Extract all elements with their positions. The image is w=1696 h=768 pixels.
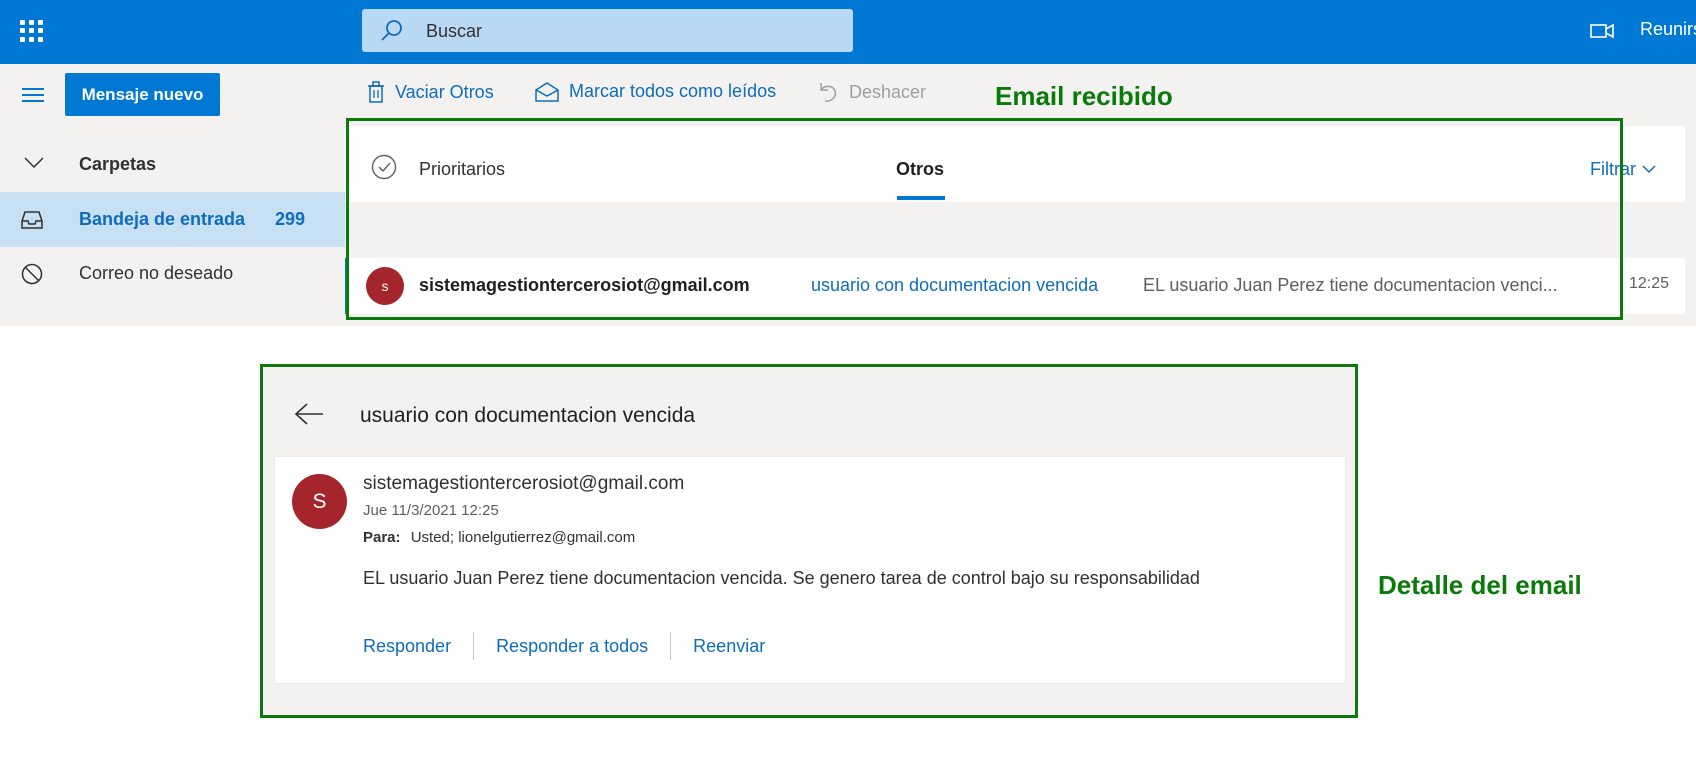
message-time: 12:25 bbox=[1629, 275, 1670, 292]
folders-header[interactable]: Carpetas bbox=[0, 139, 345, 189]
search-icon bbox=[381, 20, 402, 41]
hamburger-menu-icon[interactable] bbox=[22, 88, 44, 106]
new-message-button[interactable]: Mensaje nuevo bbox=[65, 73, 220, 116]
highlight-box-received bbox=[346, 118, 1623, 320]
blocked-icon bbox=[21, 263, 43, 285]
waffle-icon[interactable] bbox=[20, 20, 43, 42]
empty-folder-button[interactable]: Vaciar Otros bbox=[367, 81, 494, 103]
folder-inbox-label: Bandeja de entrada bbox=[79, 209, 246, 229]
search-box[interactable]: Buscar bbox=[362, 9, 853, 52]
open-envelope-icon bbox=[535, 81, 559, 102]
chevron-down-icon[interactable] bbox=[24, 157, 44, 169]
video-camera-icon[interactable] bbox=[1590, 20, 1614, 42]
folder-junk-label: Correo no deseado bbox=[79, 263, 234, 283]
undo-button[interactable]: Deshacer bbox=[817, 81, 926, 103]
empty-folder-label: Vaciar Otros bbox=[395, 81, 494, 102]
search-placeholder[interactable]: Buscar bbox=[426, 21, 482, 42]
mark-all-read-label: Marcar todos como leídos bbox=[569, 81, 777, 101]
folder-inbox[interactable]: Bandeja de entrada 299 bbox=[0, 192, 345, 247]
annotation-detail: Detalle del email bbox=[1378, 570, 1582, 600]
trash-icon bbox=[368, 81, 384, 103]
left-navigation: Mensaje nuevo Carpetas Bandeja de entrad… bbox=[0, 64, 345, 326]
meet-now-button[interactable]: Reunirse bbox=[1640, 19, 1696, 40]
inbox-unread-count: 299 bbox=[275, 209, 306, 229]
top-bar: Buscar Reunirse bbox=[0, 0, 1696, 64]
folders-title: Carpetas bbox=[79, 154, 157, 174]
chevron-down-icon bbox=[1642, 165, 1656, 174]
undo-icon bbox=[820, 83, 837, 102]
annotation-received: Email recibido bbox=[995, 81, 1173, 111]
folder-junk[interactable]: Correo no deseado bbox=[0, 247, 345, 302]
highlight-box-detail bbox=[260, 364, 1358, 718]
inbox-icon bbox=[21, 211, 43, 229]
undo-label: Deshacer bbox=[849, 81, 927, 102]
mark-all-read-button[interactable]: Marcar todos como leídos bbox=[535, 81, 776, 102]
